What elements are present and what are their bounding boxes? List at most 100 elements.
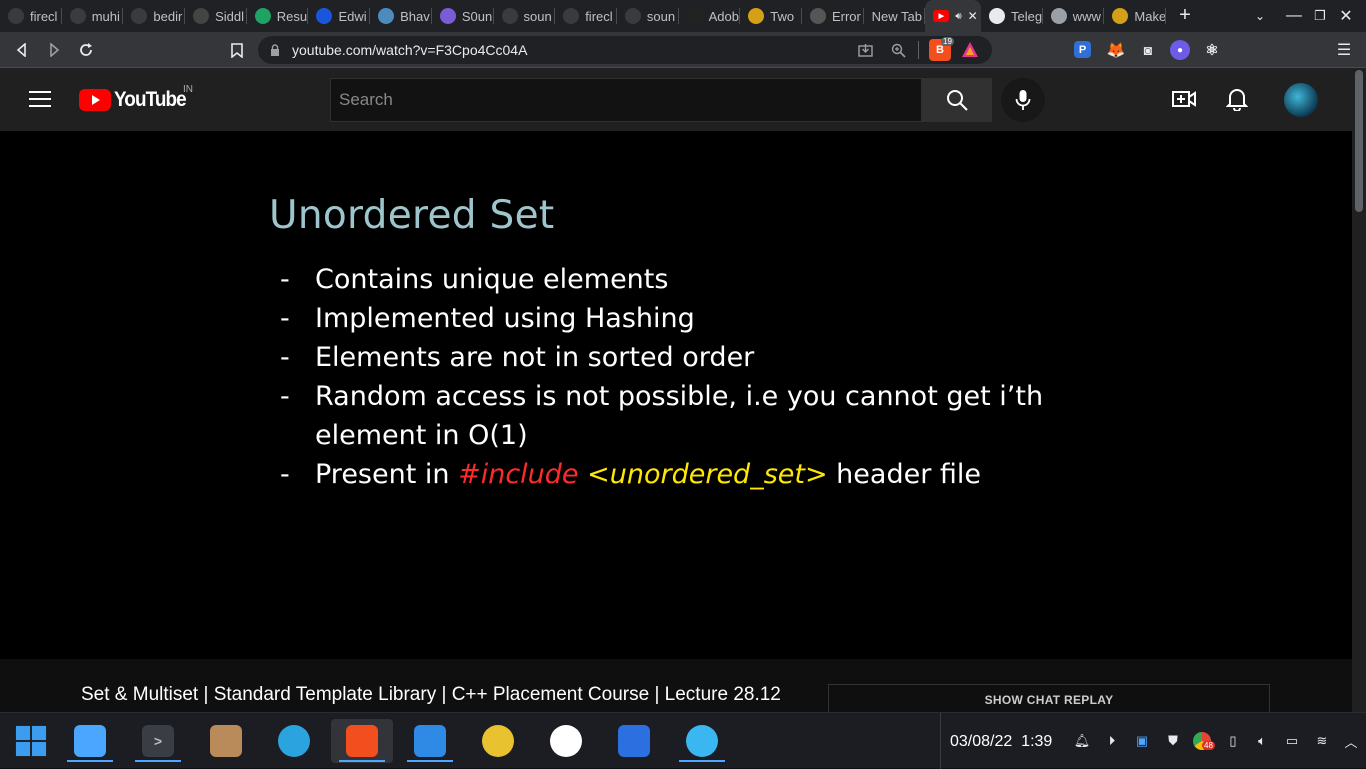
show-chat-replay-button[interactable]: SHOW CHAT REPLAY (828, 684, 1270, 714)
chevron-up-icon[interactable]: ︿ (1341, 731, 1361, 751)
telegram-icon (278, 725, 310, 757)
voice-search-button[interactable] (1001, 78, 1045, 122)
extension-p-icon[interactable]: P (1074, 41, 1091, 58)
restore-button[interactable]: ❐ (1312, 6, 1328, 26)
clock[interactable]: 03/08/22 1:39 (950, 733, 1052, 751)
start-button[interactable] (0, 719, 62, 763)
adobe-icon (686, 8, 703, 24)
youtube-logo[interactable]: YouTube IN (79, 84, 194, 112)
media-play-icon[interactable]: ⏵ (1102, 731, 1122, 751)
shield-icon[interactable]: ⛊ (1163, 731, 1183, 751)
browser-tab[interactable]: Make (1104, 0, 1166, 32)
video-player[interactable]: Unordered Set - Contains unique elements -… (0, 131, 1352, 659)
browser-tab[interactable]: ▶ 🔊︎ ✕ (925, 0, 982, 32)
flutter-icon (686, 725, 718, 757)
install-app-icon[interactable] (858, 43, 873, 58)
scrollbar-thumb[interactable] (1355, 70, 1363, 212)
search-box[interactable] (330, 78, 922, 122)
brave-rewards-icon[interactable] (961, 41, 979, 59)
flutter-app[interactable] (671, 719, 733, 763)
back-button[interactable] (10, 38, 34, 62)
drive-icon (254, 8, 271, 24)
wifi-icon[interactable]: ≋ (1312, 731, 1332, 751)
whatsapp-app[interactable] (535, 719, 597, 763)
hamburger-menu-icon[interactable] (29, 91, 51, 107)
browser-tab[interactable]: S0un (432, 0, 494, 32)
tab-label: firecl (585, 8, 613, 24)
browser-tab[interactable]: www (1043, 0, 1105, 32)
tab-label: bedir (153, 8, 183, 24)
search-button[interactable] (922, 78, 992, 122)
minecraft-app[interactable] (195, 719, 257, 763)
browser-tab[interactable]: Adob (679, 0, 741, 32)
two-icon (748, 8, 765, 24)
tab-label: Error (831, 8, 861, 24)
reload-button[interactable] (74, 38, 98, 62)
browser-tab[interactable]: firecl (555, 0, 617, 32)
bullet-text: Implemented using Hashing (315, 303, 695, 334)
brave-icon (346, 725, 378, 757)
brave-shields-button[interactable]: B 19 (929, 37, 954, 61)
search-input[interactable] (331, 79, 891, 121)
react-devtools-icon[interactable]: ⚛ (1202, 40, 1222, 60)
forward-button[interactable] (42, 38, 66, 62)
youtube-wordmark: YouTube (114, 88, 187, 111)
browser-tab[interactable]: Resu (247, 0, 309, 32)
browser-tab[interactable]: soun (617, 0, 679, 32)
browser-tab[interactable]: firecl (0, 0, 62, 32)
brave-beta-app[interactable] (603, 719, 665, 763)
github-icon (624, 8, 641, 24)
new-tab-button[interactable]: + (1174, 4, 1196, 26)
close-window-button[interactable]: ✕ (1338, 6, 1354, 26)
tab-label: soun (523, 8, 552, 24)
browser-tab[interactable]: Teleg (981, 0, 1043, 32)
notifications-bell-icon[interactable] (1226, 87, 1248, 111)
bullet-text: Random access is not possible, i.e you c… (315, 381, 1044, 412)
make-icon (1112, 8, 1129, 24)
omnibox-divider (918, 41, 919, 59)
browser-menu-button[interactable]: ☰ (1332, 38, 1356, 62)
avatar[interactable] (1284, 83, 1318, 117)
chrome-beta-app[interactable] (467, 719, 529, 763)
files-app[interactable] (59, 719, 121, 763)
zoom-icon[interactable] (891, 43, 906, 58)
g-icon (1050, 8, 1067, 24)
telegram-app[interactable] (263, 719, 325, 763)
browser-tab[interactable]: Two (740, 0, 802, 32)
extension-bot-icon[interactable]: ● (1170, 40, 1190, 60)
page-scrollbar[interactable] (1352, 68, 1366, 712)
chrome-notification-icon[interactable]: 48 (1192, 731, 1215, 751)
browser-tab[interactable]: Error (802, 0, 864, 32)
address-bar[interactable]: youtube.com/watch?v=F3Cpo4Cc04A B 19 (258, 36, 992, 64)
slide-bullet: element in O(1) (280, 420, 528, 451)
battery-icon[interactable]: ▭ (1282, 731, 1302, 751)
create-video-icon[interactable] (1172, 88, 1196, 110)
github-icon (69, 8, 86, 24)
camera-extension-icon[interactable]: ◙ (1138, 40, 1158, 60)
audio-playing-icon[interactable]: 🔊︎ (955, 11, 961, 22)
minimize-button[interactable]: — (1286, 6, 1302, 26)
close-tab-icon[interactable]: ✕ (968, 9, 978, 23)
metamask-extension-icon[interactable]: 🦊 (1106, 40, 1126, 60)
browser-tab[interactable]: Edwi (308, 0, 371, 32)
brave-app[interactable] (331, 719, 393, 763)
volume-icon[interactable]: 🔈︎ (1252, 731, 1272, 751)
vscode-app[interactable] (399, 719, 461, 763)
browser-tab[interactable]: bedir (123, 0, 186, 32)
video-title: Set & Multiset | Standard Template Libra… (81, 684, 781, 705)
browser-tab[interactable]: Siddl (185, 0, 247, 32)
url-text: youtube.com/watch?v=F3Cpo4Cc04A (292, 42, 528, 58)
windows-devices-icon[interactable]: ▣ (1132, 731, 1152, 751)
terminal-app[interactable]: > (127, 719, 189, 763)
browser-tab[interactable]: New Tab (864, 0, 926, 32)
tab-search-icon[interactable]: ⌄ (1252, 6, 1268, 26)
terminal-icon: > (142, 725, 174, 757)
browser-tab[interactable]: Bhav (370, 0, 432, 32)
notification-bell-icon[interactable]: 🔔︎ (1072, 731, 1092, 751)
bookmark-button[interactable] (225, 38, 249, 62)
minecraft-icon (210, 725, 242, 757)
clipboard-icon[interactable]: ▯ (1223, 731, 1243, 751)
browser-tab[interactable]: muhi (62, 0, 124, 32)
start-icon (15, 725, 47, 757)
browser-tab[interactable]: soun (494, 0, 556, 32)
